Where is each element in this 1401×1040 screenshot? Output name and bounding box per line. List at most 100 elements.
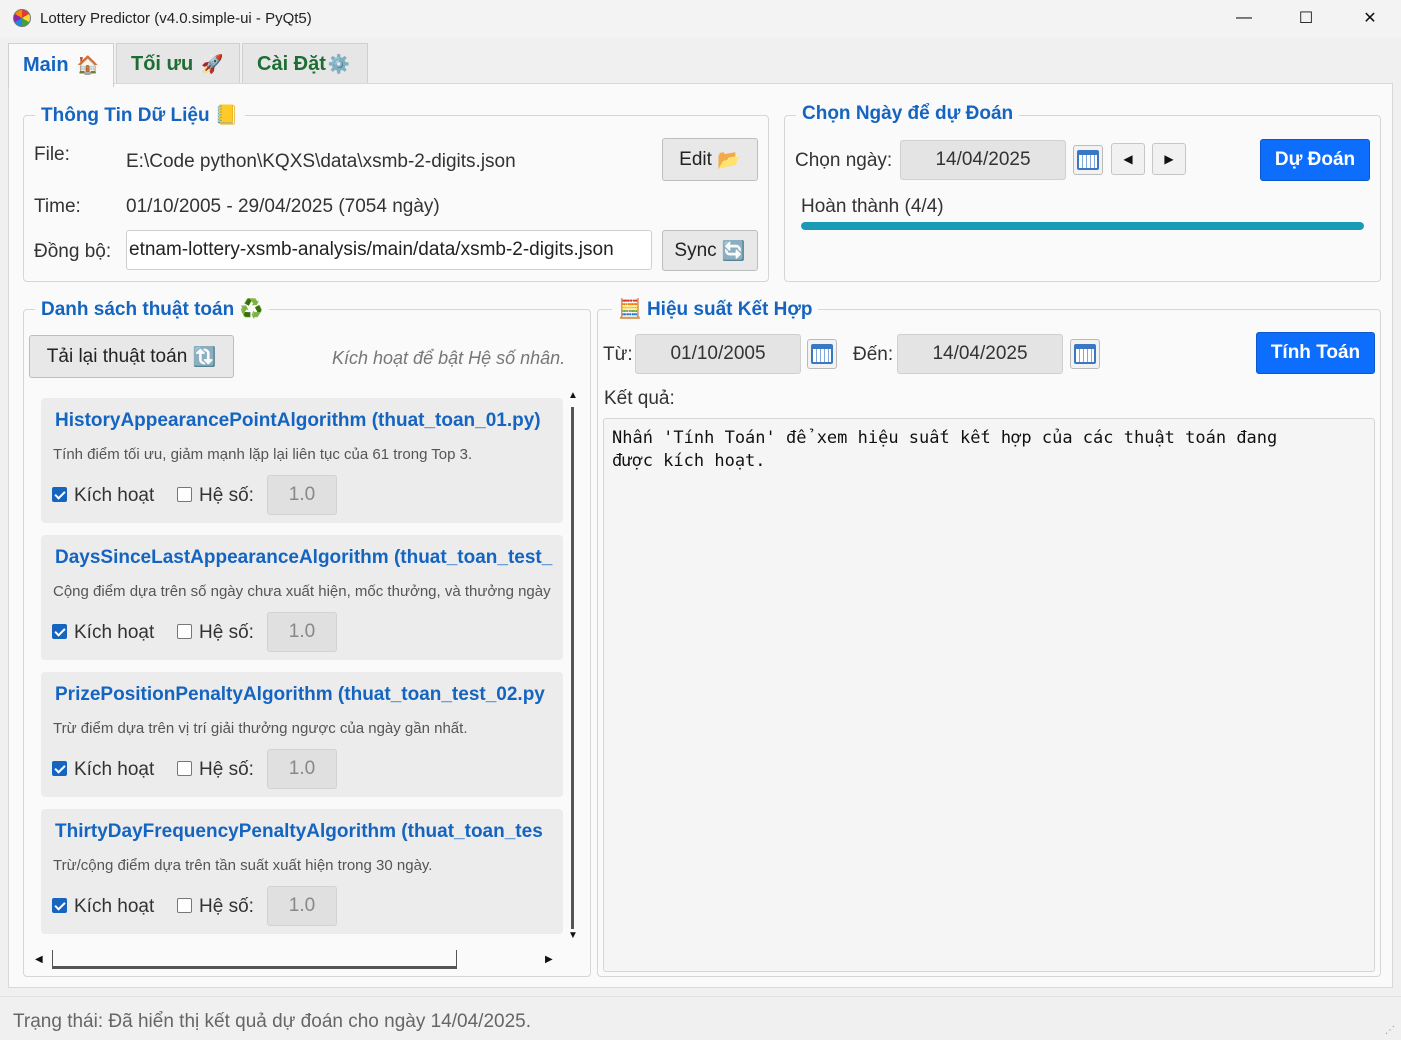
progress-text: Hoàn thành (4/4) — [801, 196, 944, 217]
tab-settings-label: Cài Đặt — [257, 52, 326, 75]
coefficient-input[interactable]: 1.0 — [267, 749, 337, 789]
scroll-down-arrow-icon[interactable]: ▼ — [568, 930, 578, 941]
sync-url-input[interactable]: etnam-lottery-xsmb-analysis/main/data/xs… — [126, 230, 652, 270]
calendar-icon — [811, 344, 833, 364]
time-label: Time: — [34, 196, 81, 217]
activate-label: Kích hoạt — [74, 896, 155, 917]
next-day-button[interactable]: ▶ — [1152, 143, 1186, 175]
scroll-right-arrow-icon[interactable]: ▶ — [545, 954, 553, 965]
algorithm-name: ThirtyDayFrequencyPenaltyAlgorithm (thua… — [55, 821, 543, 842]
time-range: 01/10/2005 - 29/04/2025 (7054 ngày) — [126, 196, 440, 217]
activate-checkbox[interactable] — [52, 761, 67, 776]
scrollbar-thumb[interactable] — [52, 966, 457, 969]
title-bar: Lottery Predictor (v4.0.simple-ui - PyQt… — [0, 0, 1401, 38]
to-date-input[interactable]: 14/04/2025 — [897, 334, 1063, 374]
sync-button-label: Sync — [674, 239, 717, 261]
algorithm-card: PrizePositionPenaltyAlgorithm (thuat_toa… — [41, 672, 563, 797]
algorithm-name: DaysSinceLastAppearanceAlgorithm (thuat_… — [55, 547, 553, 568]
from-calendar-button[interactable] — [807, 339, 837, 369]
algorithm-description: Trừ điểm dựa trên vị trí giải thưởng ngư… — [53, 720, 468, 737]
algorithm-list[interactable]: HistoryAppearancePointAlgorithm (thuat_t… — [27, 385, 563, 950]
algorithm-list-vertical-scrollbar[interactable]: ▲ ▼ — [563, 385, 583, 950]
calendar-icon — [1074, 344, 1096, 364]
scrollbar-thumb-edge — [52, 950, 53, 969]
scrollbar-thumb[interactable] — [571, 407, 574, 929]
activate-label: Kích hoạt — [74, 485, 155, 506]
coefficient-input[interactable]: 1.0 — [267, 886, 337, 926]
activate-label: Kích hoạt — [74, 759, 155, 780]
scroll-up-arrow-icon[interactable]: ▲ — [568, 390, 578, 401]
close-button[interactable]: ✕ — [1339, 0, 1401, 36]
algorithm-card: ThirtyDayFrequencyPenaltyAlgorithm (thua… — [41, 809, 563, 934]
coefficient-label: Hệ số: — [199, 896, 254, 917]
coefficient-checkbox[interactable] — [177, 624, 192, 639]
scrollbar-thumb-edge — [456, 950, 457, 969]
scroll-left-arrow-icon[interactable]: ◀ — [35, 954, 43, 965]
result-label: Kết quả: — [604, 388, 675, 409]
house-icon: 🏠 — [76, 55, 99, 75]
tab-settings[interactable]: Cài Đặt ⚙️ — [242, 43, 368, 84]
algorithm-card: HistoryAppearancePointAlgorithm (thuat_t… — [41, 398, 563, 523]
edit-button-label: Edit — [679, 148, 712, 170]
activate-checkbox[interactable] — [52, 898, 67, 913]
folder-icon: 📂 — [717, 149, 741, 171]
window-title: Lottery Predictor (v4.0.simple-ui - PyQt… — [40, 10, 312, 27]
activate-label: Kích hoạt — [74, 622, 155, 643]
activate-checkbox[interactable] — [52, 487, 67, 502]
coefficient-checkbox[interactable] — [177, 898, 192, 913]
triangle-left-icon: ◀ — [1123, 152, 1133, 166]
edit-button[interactable]: Edit 📂 — [662, 138, 758, 181]
activate-checkbox[interactable] — [52, 624, 67, 639]
sync-button[interactable]: Sync 🔄 — [662, 230, 758, 271]
previous-day-button[interactable]: ◀ — [1111, 143, 1145, 175]
coefficient-label: Hệ số: — [199, 485, 254, 506]
algorithms-title: Danh sách thuật toán ♻️ — [35, 297, 270, 321]
predict-button[interactable]: Dự Đoán — [1260, 139, 1370, 181]
algorithm-name: PrizePositionPenaltyAlgorithm (thuat_toa… — [55, 684, 545, 705]
predict-title: Chọn Ngày để dự Đoán — [796, 103, 1020, 125]
coefficient-input[interactable]: 1.0 — [267, 612, 337, 652]
algorithm-list-horizontal-scrollbar[interactable]: ◀ ▶ — [27, 950, 563, 970]
predict-date-input[interactable]: 14/04/2025 — [900, 140, 1066, 180]
performance-title: 🧮 Hiệu suất Kết Hợp — [612, 297, 819, 321]
status-text: Trạng thái: Đã hiển thị kết quả dự đoán … — [13, 1011, 531, 1032]
algorithm-card: DaysSinceLastAppearanceAlgorithm (thuat_… — [41, 535, 563, 660]
to-label: Đến: — [853, 344, 894, 365]
tab-main[interactable]: Main 🏠 — [8, 43, 114, 87]
refresh-icon: 🔄 — [721, 240, 746, 262]
coefficient-checkbox[interactable] — [177, 487, 192, 502]
resize-grip-icon[interactable]: ⋰ — [1385, 1025, 1395, 1036]
tab-optimize[interactable]: Tối ưu 🚀 — [116, 43, 240, 84]
abacus-icon: 🧮 — [618, 299, 642, 320]
predict-calendar-button[interactable] — [1073, 145, 1103, 175]
activation-hint: Kích hoạt để bật Hệ số nhân. — [332, 348, 566, 368]
triangle-right-icon: ▶ — [1164, 152, 1174, 166]
result-textarea[interactable]: Nhấn 'Tính Toán' để xem hiệu suất kết hợ… — [603, 418, 1375, 972]
maximize-button[interactable]: ☐ — [1275, 0, 1337, 36]
to-calendar-button[interactable] — [1070, 339, 1100, 369]
tab-main-label: Main — [23, 54, 69, 76]
sync-label: Đồng bộ: — [34, 241, 112, 262]
progress-bar — [801, 222, 1364, 230]
notebook-icon: 📒 — [214, 105, 239, 126]
tab-optimize-label: Tối ưu — [131, 52, 194, 75]
coefficient-label: Hệ số: — [199, 759, 254, 780]
calculate-button[interactable]: Tính Toán — [1256, 332, 1375, 374]
from-date-input[interactable]: 01/10/2005 — [635, 334, 801, 374]
file-label: File: — [34, 144, 70, 165]
reload-algorithms-button[interactable]: Tải lại thuật toán 🔃 — [29, 335, 234, 378]
minimize-button[interactable]: — — [1213, 0, 1275, 36]
coefficient-input[interactable]: 1.0 — [267, 475, 337, 515]
coefficient-label: Hệ số: — [199, 622, 254, 643]
progress-bar-fill — [801, 222, 1364, 230]
status-bar: Trạng thái: Đã hiển thị kết quả dự đoán … — [0, 996, 1401, 1040]
algorithm-name: HistoryAppearancePointAlgorithm (thuat_t… — [55, 410, 541, 431]
calendar-icon — [1077, 150, 1099, 170]
file-path: E:\Code python\KQXS\data\xsmb-2-digits.j… — [126, 151, 516, 172]
rocket-icon: 🚀 — [201, 53, 224, 74]
algorithm-description: Trừ/cộng điểm dựa trên tần suất xuất hiệ… — [53, 857, 433, 874]
algorithm-description: Tính điểm tối ưu, giảm mạnh lặp lại liên… — [53, 446, 473, 463]
coefficient-checkbox[interactable] — [177, 761, 192, 776]
data-info-title: Thông Tin Dữ Liệu 📒 — [35, 103, 245, 127]
algorithm-description: Cộng điểm dựa trên số ngày chưa xuất hiệ… — [53, 583, 551, 600]
